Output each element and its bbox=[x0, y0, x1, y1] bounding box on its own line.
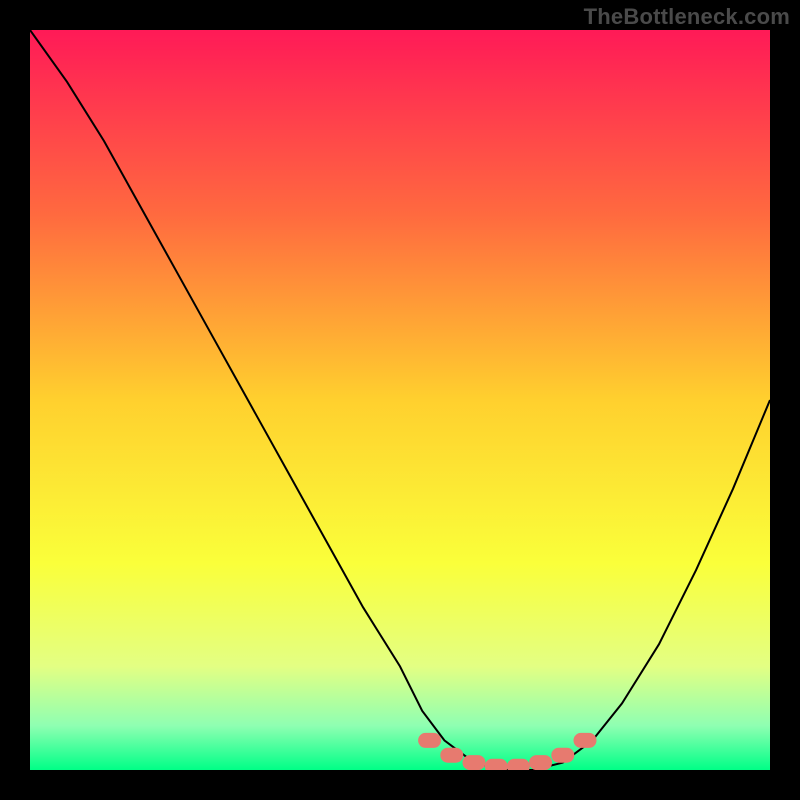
marker-pill bbox=[441, 748, 463, 762]
chart-svg bbox=[30, 30, 770, 770]
marker-pill bbox=[530, 756, 552, 770]
marker-pill bbox=[574, 733, 596, 747]
marker-pill bbox=[463, 756, 485, 770]
chart-frame: TheBottleneck.com bbox=[0, 0, 800, 800]
marker-pill bbox=[507, 759, 529, 770]
marker-pill bbox=[419, 733, 441, 747]
marker-pill bbox=[552, 748, 574, 762]
gradient-background bbox=[30, 30, 770, 770]
plot-area bbox=[30, 30, 770, 770]
watermark-text: TheBottleneck.com bbox=[584, 4, 790, 30]
marker-pill bbox=[485, 759, 507, 770]
